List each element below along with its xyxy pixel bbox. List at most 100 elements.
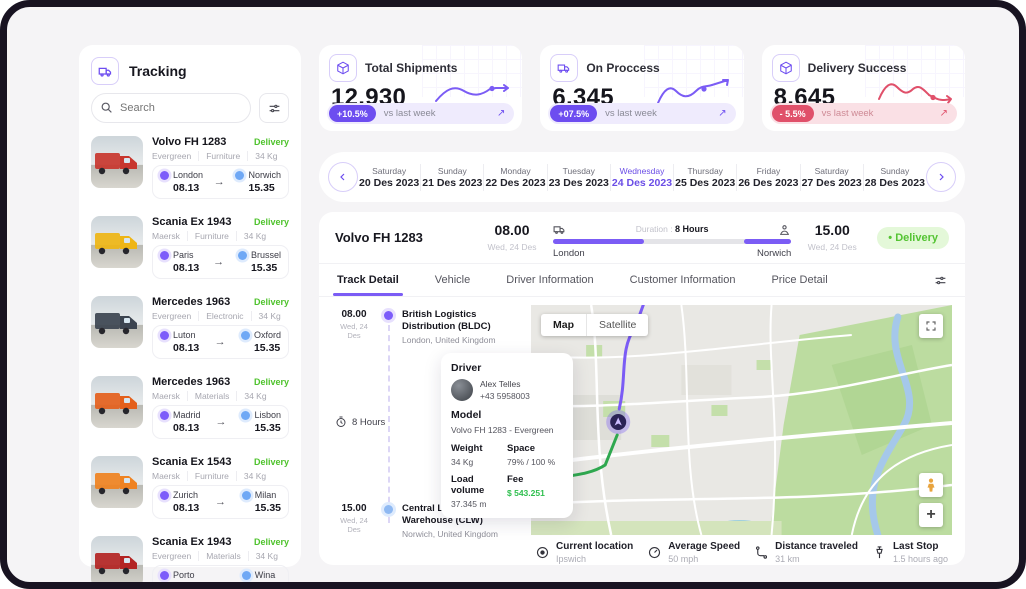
map-type-control: Map Satellite <box>541 314 648 336</box>
date-cell[interactable]: Sunday 21 Des 2023 <box>420 164 483 191</box>
origin-city: Madrid <box>173 410 201 420</box>
shipment-list-item[interactable]: Mercedes 1963 Delivery Maersk Materials … <box>91 367 289 447</box>
chevron-left-icon <box>337 171 349 183</box>
dates-prev-button[interactable] <box>328 162 358 192</box>
shipment-list-item[interactable]: Scania Ex 1943 Delivery Maersk Furniture… <box>91 207 289 287</box>
origin-dot <box>160 491 169 500</box>
shipment-list-item[interactable]: Volvo FH 1283 Delivery Evergreen Furnitu… <box>91 127 289 207</box>
average-speed-stat: Average Speed50 mph <box>647 541 740 564</box>
tab[interactable]: Track Detail <box>337 264 399 296</box>
destination-city: Lisbon <box>254 410 281 420</box>
route-map[interactable]: Map Satellite + <box>531 305 952 535</box>
destination-dot <box>242 571 251 580</box>
route-icon <box>754 545 769 560</box>
tab-options-button[interactable] <box>934 274 947 287</box>
date-cell[interactable]: Tuesday 23 Des 2023 <box>547 164 610 191</box>
current-location-stat: Current locationIpswich <box>535 541 633 564</box>
date-cell[interactable]: Wednesday 24 Des 2023 <box>610 164 673 191</box>
destination-dot <box>238 251 247 260</box>
date-cell[interactable]: Sunday 28 Des 2023 <box>863 164 926 191</box>
speedometer-icon <box>647 545 662 560</box>
shipment-status-badge: Delivery <box>254 537 289 547</box>
stat-trend-bar: - 5.5% vs last week ↗ <box>770 103 957 124</box>
arrow-right-icon: → <box>212 176 227 188</box>
shipment-meta: Evergreen Materials 34 Kg <box>152 551 289 561</box>
destination-time: 15.35 <box>255 582 281 589</box>
arrow-right-icon: → <box>213 576 228 588</box>
destination-time: 15.35 <box>255 502 281 514</box>
shipment-route: Porto 08.13 → Wina 15.35 <box>152 565 289 589</box>
satellite-button[interactable]: Satellite <box>587 314 648 336</box>
shipment-list-item[interactable]: Mercedes 1963 Delivery Evergreen Electro… <box>91 287 289 367</box>
arrow-right-icon: → <box>213 416 228 428</box>
origin-dot <box>160 171 169 180</box>
destination-city: Brussel <box>251 250 281 260</box>
destination-dot <box>241 411 250 420</box>
arrow-right-icon: → <box>213 336 228 348</box>
arrow-right-icon: → <box>213 496 228 508</box>
origin-city: London <box>173 170 203 180</box>
origin-dot <box>160 251 169 260</box>
shipment-vehicle-name: Scania Ex 1943 <box>152 216 232 228</box>
stat-title: Delivery Success <box>808 61 907 75</box>
search-icon <box>100 101 113 114</box>
destination-dot <box>241 331 250 340</box>
origin-dot <box>160 571 169 580</box>
shipment-list-item[interactable]: Scania Ex 1943 Delivery Evergreen Materi… <box>91 527 289 589</box>
trip-progress-bar <box>553 239 791 244</box>
trend-arrow-icon[interactable]: ↗ <box>497 108 505 119</box>
shipment-route: Luton 08.13 → Oxford 15.35 <box>152 325 289 359</box>
shipment-status-badge: Delivery <box>254 217 289 227</box>
stat-card-total-shipments: Total Shipments 12.930 +10.5% vs last we… <box>319 45 522 131</box>
destination-city: Wina <box>255 570 276 580</box>
date-cell[interactable]: Saturday 20 Des 2023 <box>358 164 420 191</box>
destination-dot <box>384 505 393 514</box>
tab[interactable]: Price Detail <box>771 264 827 296</box>
space-value: 79% / 100 % <box>507 457 563 467</box>
date-cell[interactable]: Monday 22 Des 2023 <box>483 164 546 191</box>
detail-vehicle-name: Volvo FH 1283 <box>335 230 483 245</box>
filter-button[interactable] <box>259 93 289 123</box>
destination-dot <box>242 491 251 500</box>
fullscreen-button[interactable] <box>919 314 943 338</box>
zoom-in-button[interactable]: + <box>919 503 943 527</box>
tab[interactable]: Vehicle <box>435 264 470 296</box>
search-box <box>91 93 251 123</box>
destination-dot <box>235 171 244 180</box>
last-stop-stat: Last Stop1.5 hours ago <box>872 541 948 564</box>
arrive-date: Wed, 24 Des <box>803 242 861 252</box>
vehicle-marker <box>606 410 630 434</box>
trend-badge: +10.5% <box>329 105 376 122</box>
detail-header: Volvo FH 1283 08.00 Wed, 24 Des Duration… <box>319 212 965 264</box>
pegman-button[interactable] <box>919 473 943 497</box>
date-cell[interactable]: Friday 26 Des 2023 <box>736 164 799 191</box>
date-cell[interactable]: Thursday 25 Des 2023 <box>673 164 736 191</box>
origin-dot <box>384 311 393 320</box>
fullscreen-icon <box>925 320 937 332</box>
shipment-status-badge: Delivery <box>254 377 289 387</box>
tracking-sidebar: Tracking <box>79 45 301 567</box>
trend-arrow-icon[interactable]: ↗ <box>718 108 726 119</box>
tab[interactable]: Driver Information <box>506 264 593 296</box>
sliders-icon <box>268 102 281 115</box>
truck-icon <box>550 54 578 82</box>
shipment-meta: Maersk Materials 34 Kg <box>152 391 289 401</box>
truck-photo <box>91 376 143 428</box>
dates-next-button[interactable] <box>926 162 956 192</box>
detail-tabs: Track Detail Vehicle Driver Information Cus… <box>319 264 965 297</box>
shipment-route: London 08.13 → Norwich 15.35 <box>152 165 289 199</box>
truck-icon <box>553 223 566 236</box>
package-icon <box>772 54 800 82</box>
sliders-icon <box>934 274 947 287</box>
origin-facility: British Logistics Distribution (BLDC) <box>402 309 529 333</box>
date-cell[interactable]: Saturday 27 Des 2023 <box>800 164 863 191</box>
shipment-list-item[interactable]: Scania Ex 1543 Delivery Maersk Furniture… <box>91 447 289 527</box>
search-input[interactable] <box>91 93 251 123</box>
trend-arrow-icon[interactable]: ↗ <box>940 108 948 119</box>
arrow-right-icon: → <box>211 256 226 268</box>
origin-dot <box>160 331 169 340</box>
map-button[interactable]: Map <box>541 314 587 336</box>
truck-photo <box>91 456 143 508</box>
shipment-meta: Maersk Furniture 34 Kg <box>152 231 289 241</box>
tab[interactable]: Customer Information <box>630 264 736 296</box>
